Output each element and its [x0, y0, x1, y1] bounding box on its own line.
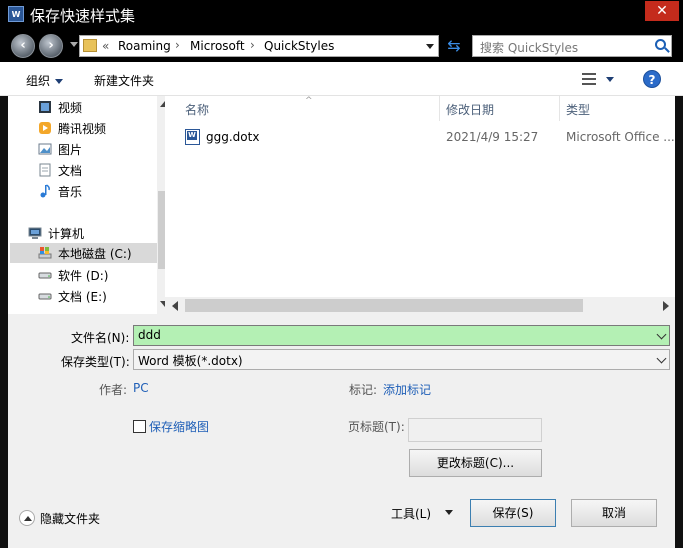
- navigation-bar: ‹ › « Roaming › Microsoft › QuickStyles …: [0, 30, 683, 62]
- file-modified: 2021/4/9 15:27: [446, 130, 539, 144]
- sidebar-item-label: 腾讯视频: [58, 122, 107, 136]
- save-button[interactable]: 保存(S): [470, 499, 556, 527]
- sidebar-item-tencent-video[interactable]: 腾讯视频: [38, 118, 157, 138]
- sidebar-item-drive-e[interactable]: 文档 (E:): [38, 286, 157, 306]
- drive-icon: [38, 272, 52, 279]
- thumbnail-checkbox[interactable]: [133, 420, 146, 433]
- save-dialog: W 保存快速样式集 ✕ ‹ › « Roaming › Microsoft › …: [0, 0, 683, 548]
- column-header-modified[interactable]: 修改日期: [446, 101, 494, 118]
- scroll-right-icon[interactable]: [663, 301, 669, 311]
- file-type: Microsoft Office ...: [566, 130, 675, 144]
- sidebar-item-computer[interactable]: 计算机: [28, 223, 157, 243]
- title-bar: W 保存快速样式集 ✕: [0, 0, 683, 30]
- help-icon[interactable]: ?: [643, 70, 661, 88]
- tags-label: 标记:: [349, 383, 378, 397]
- sidebar-item-drive-c[interactable]: 本地磁盘 (C:): [10, 243, 157, 263]
- search-icon[interactable]: [655, 39, 666, 50]
- breadcrumb-quickstyles[interactable]: QuickStyles: [264, 39, 334, 53]
- folder-icon: [83, 39, 97, 52]
- column-header-name[interactable]: 名称: [185, 101, 209, 118]
- sidebar-item-documents[interactable]: 文档: [38, 160, 157, 180]
- tools-button[interactable]: 工具(L): [391, 505, 431, 522]
- file-list-scrollbar[interactable]: [165, 297, 675, 314]
- thumbnail-label[interactable]: 保存缩略图: [149, 418, 209, 435]
- chevron-down-icon[interactable]: [426, 44, 434, 49]
- column-header-type[interactable]: 类型: [566, 101, 590, 118]
- word-template-icon: [185, 129, 200, 145]
- sidebar-item-drive-d[interactable]: 软件 (D:): [38, 265, 157, 285]
- document-icon: [39, 163, 51, 177]
- scroll-left-icon[interactable]: [172, 301, 178, 311]
- chevron-up-icon[interactable]: [19, 510, 35, 526]
- filetype-label: 保存类型(T):: [61, 355, 130, 369]
- sort-ascending-icon: ^: [305, 96, 313, 106]
- sidebar-item-label: 音乐: [58, 185, 83, 199]
- file-name: ggg.dotx: [206, 130, 260, 144]
- cancel-button[interactable]: 取消: [571, 499, 657, 527]
- breadcrumb-separator[interactable]: ›: [250, 38, 255, 52]
- filename-value: ddd: [138, 328, 161, 342]
- author-value[interactable]: PC: [133, 381, 149, 395]
- sidebar-item-label: 计算机: [48, 227, 85, 241]
- search-placeholder: 搜索 QuickStyles: [480, 41, 579, 55]
- breadcrumb-roaming[interactable]: Roaming: [118, 39, 171, 53]
- sidebar-item-label: 文档 (E:): [58, 290, 107, 304]
- file-row[interactable]: ggg.dotx 2021/4/9 15:27 Microsoft Office…: [185, 128, 675, 148]
- breadcrumb-separator[interactable]: ›: [175, 38, 180, 52]
- view-options-icon[interactable]: [582, 73, 596, 85]
- forward-icon[interactable]: ›: [39, 34, 63, 58]
- sidebar-item-pictures[interactable]: 图片: [38, 139, 157, 159]
- author-label: 作者:: [99, 383, 128, 397]
- drive-icon: [38, 293, 52, 300]
- filename-label: 文件名(N):: [71, 331, 130, 345]
- file-list: ^ 名称 修改日期 类型 ggg.dotx 2021/4/9 15:27 Mic…: [165, 96, 675, 314]
- sidebar-item-videos[interactable]: 视频: [38, 97, 157, 117]
- refresh-icon[interactable]: ⇆: [443, 35, 465, 57]
- chevron-down-icon[interactable]: [656, 353, 667, 364]
- new-folder-button[interactable]: 新建文件夹: [94, 72, 154, 89]
- drive-c-icon: [38, 247, 52, 259]
- search-input[interactable]: 搜索 QuickStyles: [472, 35, 672, 57]
- tags-value[interactable]: 添加标记: [383, 381, 431, 398]
- filetype-value: Word 模板(*.dotx): [138, 354, 243, 368]
- music-icon: [40, 184, 50, 198]
- tencent-video-icon: [39, 122, 51, 134]
- hide-folders-button[interactable]: 隐藏文件夹: [40, 510, 100, 527]
- picture-icon: [38, 143, 52, 155]
- page-title-label: 页标题(T):: [348, 420, 405, 434]
- column-divider[interactable]: [559, 96, 560, 121]
- chevron-down-icon[interactable]: [606, 77, 614, 82]
- close-button[interactable]: ✕: [645, 1, 679, 21]
- address-bar[interactable]: « Roaming › Microsoft › QuickStyles: [79, 35, 439, 57]
- page-title-field[interactable]: [408, 418, 542, 442]
- computer-icon: [28, 227, 42, 239]
- chevron-down-icon[interactable]: [445, 510, 453, 515]
- recent-locations-dropdown[interactable]: [70, 42, 78, 47]
- filetype-select[interactable]: Word 模板(*.dotx): [133, 349, 670, 370]
- word-icon: W: [8, 6, 24, 22]
- video-icon: [39, 101, 51, 113]
- save-options-panel: 文件名(N): ddd 保存类型(T): Word 模板(*.dotx) 作者:…: [8, 314, 675, 548]
- sidebar-item-label: 图片: [58, 143, 83, 157]
- scrollbar-thumb[interactable]: [185, 299, 583, 312]
- navigation-pane: 视频 腾讯视频 图片 文档 音乐 计算机 本地磁盘 (C:) 软件 (D:) 文…: [8, 96, 173, 314]
- organize-label: 组织: [26, 74, 51, 88]
- breadcrumb-microsoft[interactable]: Microsoft: [190, 39, 245, 53]
- back-icon[interactable]: ‹: [11, 34, 35, 58]
- command-bar: 组织 新建文件夹 ?: [0, 62, 683, 96]
- window-title: 保存快速样式集: [30, 7, 136, 25]
- sidebar-item-music[interactable]: 音乐: [38, 181, 157, 201]
- organize-button[interactable]: 组织: [26, 72, 64, 89]
- sidebar-item-label: 视频: [58, 101, 83, 115]
- filename-field[interactable]: ddd: [133, 325, 670, 346]
- chevron-down-icon[interactable]: [656, 329, 667, 340]
- column-divider[interactable]: [439, 96, 440, 121]
- sidebar-item-label: 本地磁盘 (C:): [58, 247, 132, 261]
- change-title-button[interactable]: 更改标题(C)...: [409, 449, 542, 477]
- sidebar-item-label: 软件 (D:): [58, 269, 109, 283]
- breadcrumb-overflow[interactable]: «: [102, 39, 109, 53]
- sidebar-item-label: 文档: [58, 164, 83, 178]
- chevron-down-icon: [55, 79, 64, 84]
